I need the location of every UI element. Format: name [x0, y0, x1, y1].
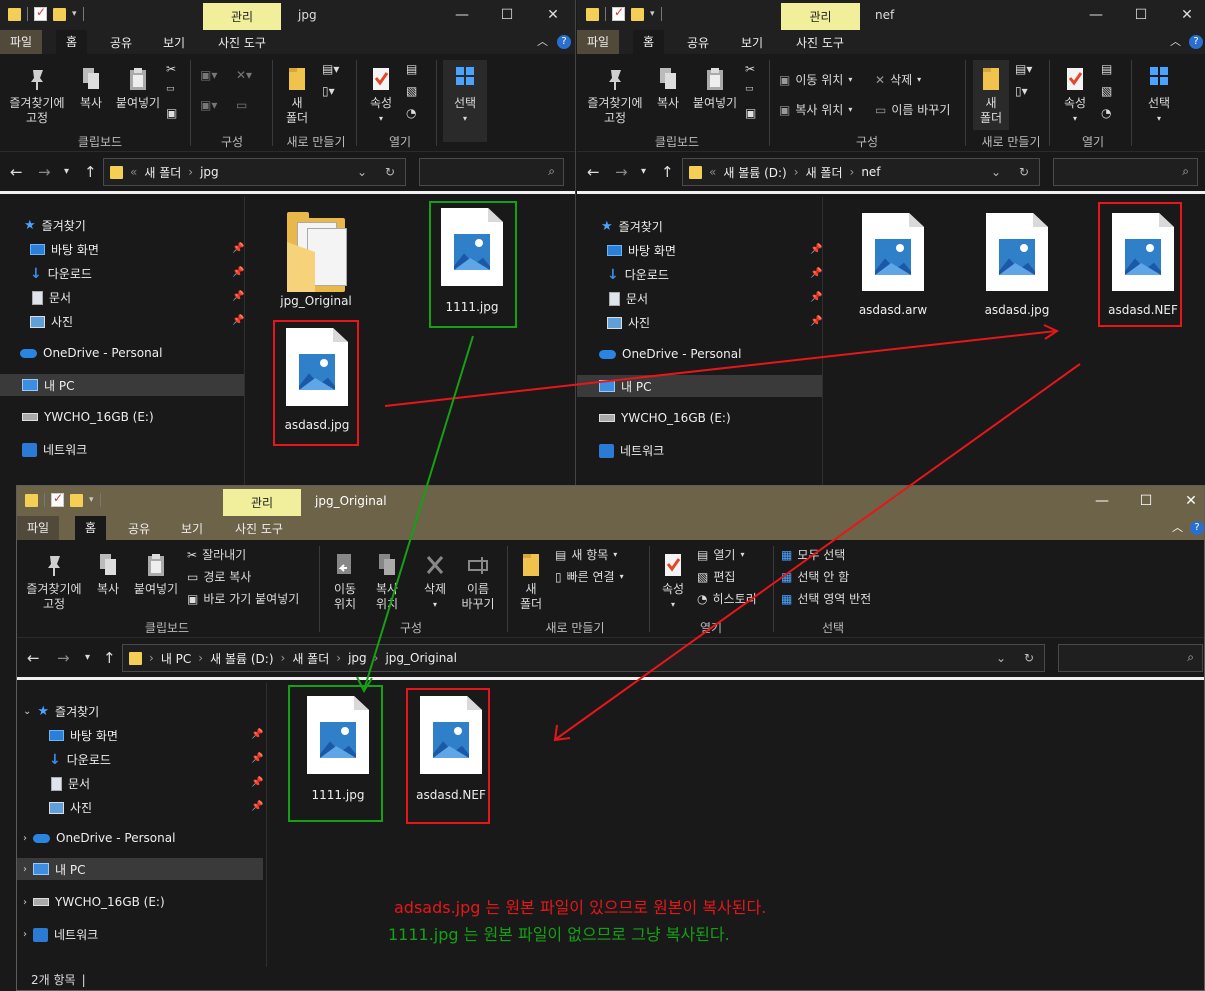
arrow-red — [384, 330, 1057, 407]
annotation-text-red: adsads.jpg 는 원본 파일이 있으므로 원본이 복사된다. — [394, 898, 767, 917]
arrowhead-green — [356, 676, 373, 694]
arrow-green — [363, 335, 474, 691]
annotation-text-green: 1111.jpg 는 원본 파일이 없으므로 그냥 복사된다. — [388, 925, 730, 944]
annotation-arrows — [356, 324, 1081, 742]
arrow-red — [555, 363, 1081, 740]
